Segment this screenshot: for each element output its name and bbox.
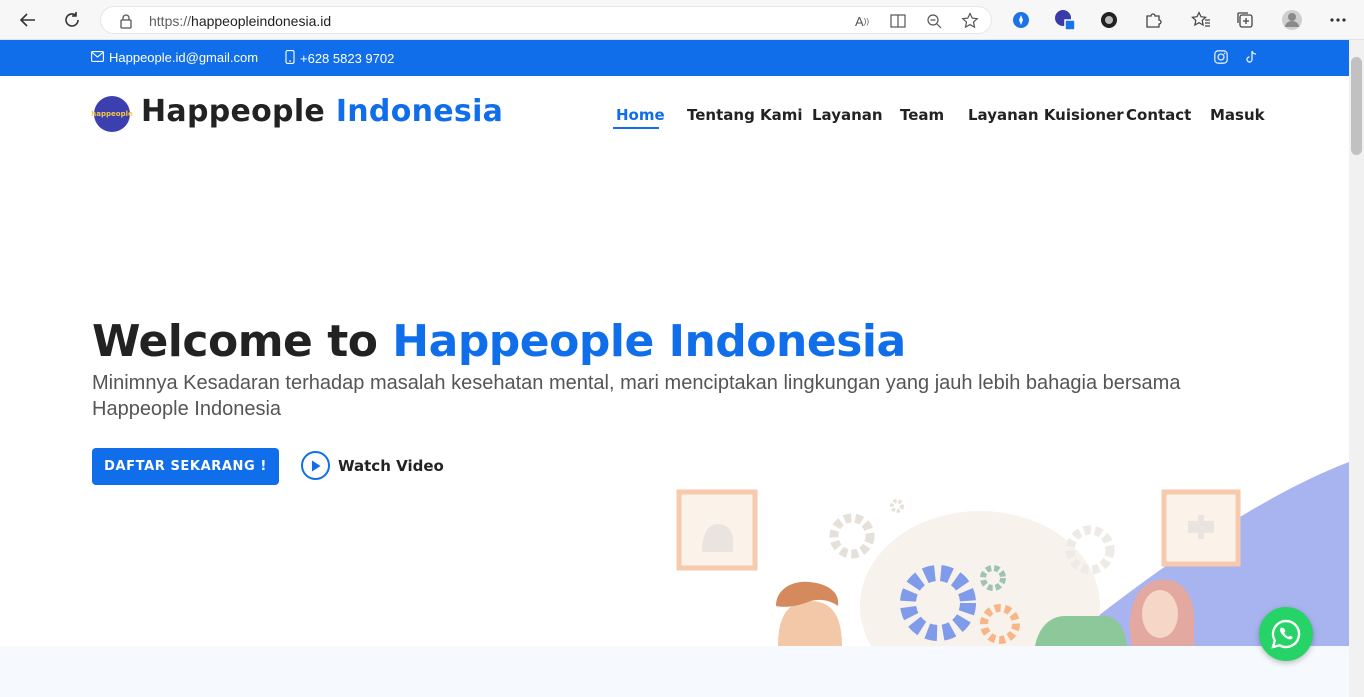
back-icon[interactable] xyxy=(14,6,42,34)
hero-subtitle: Minimnya Kesadaran terhadap masalah kese… xyxy=(92,372,1181,420)
profile-avatar-icon[interactable] xyxy=(1281,9,1303,31)
nav-team[interactable]: Team xyxy=(900,106,944,124)
favorites-icon[interactable] xyxy=(1190,9,1212,31)
lock-icon xyxy=(119,13,133,34)
nav-masuk[interactable]: Masuk xyxy=(1210,106,1265,124)
hero-title: Welcome to Happeople Indonesia xyxy=(92,316,906,367)
nav-layanan-kuisioner[interactable]: Layanan Kuisioner xyxy=(968,106,1124,124)
logo-icon[interactable]: happeople xyxy=(91,96,133,132)
nav-active-indicator xyxy=(613,127,659,129)
extensions-puzzle-icon[interactable] xyxy=(1142,9,1164,31)
topbar-phone[interactable]: +628 5823 9702 xyxy=(285,50,394,67)
page-scrollbar[interactable] xyxy=(1349,40,1364,697)
immersive-reader-icon[interactable] xyxy=(889,12,907,30)
browser-toolbar: https://happeopleindonesia.id A)) xyxy=(0,0,1364,40)
nav-contact[interactable]: Contact xyxy=(1126,106,1191,124)
collections-icon[interactable] xyxy=(1234,9,1256,31)
envelope-icon xyxy=(91,50,104,65)
site-header: happeople Happeople Indonesia Home Tenta… xyxy=(0,76,1349,156)
tiktok-icon[interactable] xyxy=(1245,50,1258,67)
more-options-icon[interactable] xyxy=(1327,9,1349,31)
watch-video-label: Watch Video xyxy=(338,456,444,475)
topbar-email[interactable]: Happeople.id@gmail.com xyxy=(91,50,258,65)
phone-text: +628 5823 9702 xyxy=(300,51,395,66)
url-text: https://happeopleindonesia.id xyxy=(149,13,332,29)
instagram-icon[interactable] xyxy=(1214,50,1228,67)
nav-layanan[interactable]: Layanan xyxy=(812,106,883,124)
extension-profile-icon[interactable] xyxy=(1054,9,1076,31)
hero-illustration xyxy=(676,462,1349,646)
play-icon xyxy=(301,451,330,480)
read-aloud-icon[interactable]: A)) xyxy=(853,12,871,30)
email-text: Happeople.id@gmail.com xyxy=(109,50,259,65)
topbar: Happeople.id@gmail.com +628 5823 9702 xyxy=(0,40,1349,76)
extension-blue-icon[interactable] xyxy=(1010,9,1032,31)
next-section xyxy=(0,646,1349,697)
whatsapp-icon xyxy=(1271,619,1301,649)
add-favorite-icon[interactable] xyxy=(961,12,979,30)
watch-video-button[interactable]: Watch Video xyxy=(301,451,444,480)
nav-tentang-kami[interactable]: Tentang Kami xyxy=(687,106,803,124)
daftar-sekarang-button[interactable]: DAFTAR SEKARANG ! xyxy=(92,448,279,485)
address-bar[interactable]: https://happeopleindonesia.id A)) xyxy=(100,6,992,34)
zoom-out-icon[interactable] xyxy=(925,12,943,30)
scrollbar-thumb[interactable] xyxy=(1351,57,1362,155)
extension-circle-icon[interactable] xyxy=(1098,9,1120,31)
whatsapp-chat-button[interactable] xyxy=(1259,607,1313,661)
nav-home[interactable]: Home xyxy=(616,106,665,124)
hero-section: Welcome to Happeople Indonesia Minimnya … xyxy=(0,156,1349,646)
reload-icon[interactable] xyxy=(58,6,86,34)
phone-icon xyxy=(285,50,295,67)
site-logo-text[interactable]: Happeople Indonesia xyxy=(141,94,503,129)
